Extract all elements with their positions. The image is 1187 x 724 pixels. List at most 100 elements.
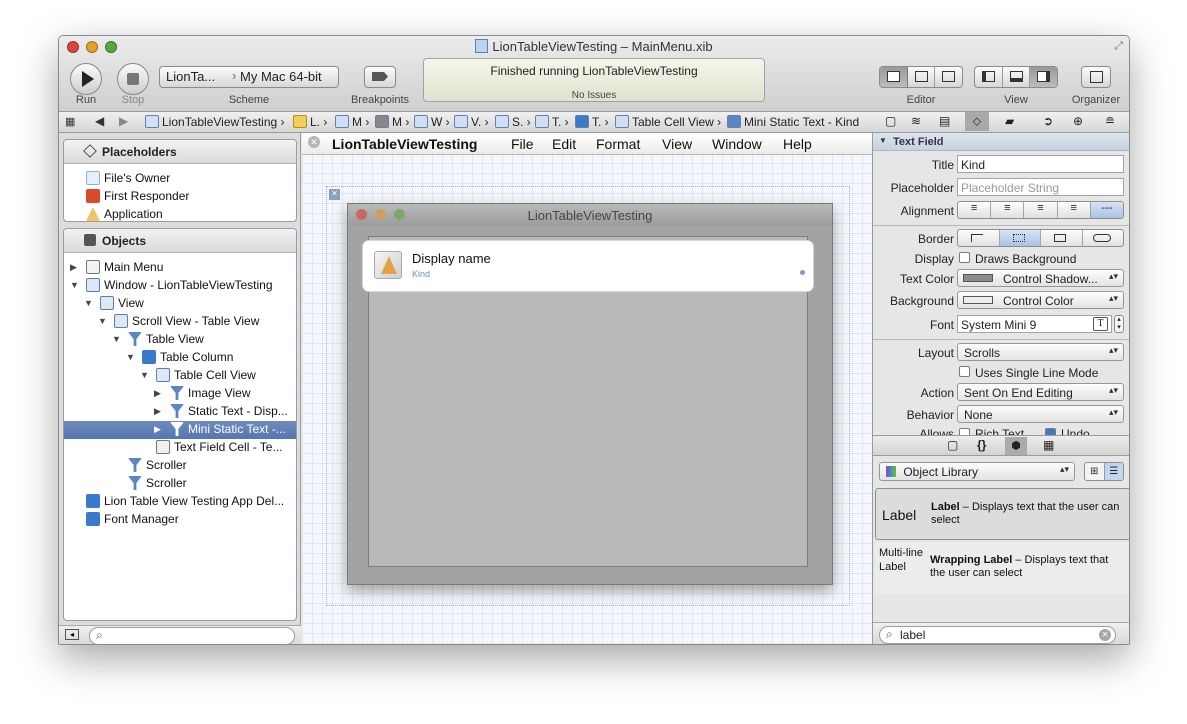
disclosure-triangle-icon[interactable]: ▼ <box>84 298 93 308</box>
library-search-field[interactable]: ⌕ label ✕ <box>879 626 1116 644</box>
utilities-toggle-icon[interactable] <box>1030 67 1057 87</box>
breadcrumb-window[interactable]: W › <box>414 115 450 129</box>
disclosure-triangle-icon[interactable]: ▼ <box>126 352 135 362</box>
menubar-close-icon[interactable]: ✕ <box>308 136 320 148</box>
outline-item-window[interactable]: ▼ Window - LionTableViewTesting <box>64 277 296 295</box>
outline-item-application[interactable]: Application <box>64 206 296 221</box>
clear-search-icon[interactable]: ✕ <box>1099 629 1111 641</box>
breakpoints-button[interactable] <box>364 66 396 88</box>
background-color-popup[interactable]: Control Color ▴▾ <box>957 291 1124 309</box>
outline-item-scroller-2[interactable]: Scroller <box>64 475 296 493</box>
align-right-icon[interactable]: ≡ <box>1058 202 1091 218</box>
object-library-icon[interactable]: ⬢ <box>1005 437 1027 455</box>
effects-inspector-icon[interactable]: ≘ <box>1105 114 1115 128</box>
outline-item-first-responder[interactable]: First Responder <box>64 188 296 206</box>
font-field[interactable]: System Mini 9 <box>957 315 1112 333</box>
forward-arrow-icon[interactable]: ▶ <box>119 114 128 128</box>
media-library-icon[interactable]: ▦ <box>1043 438 1054 452</box>
bindings-inspector-icon[interactable]: ⊕ <box>1073 114 1083 128</box>
assistant-editor-icon[interactable] <box>908 67 936 87</box>
font-picker-icon[interactable]: T <box>1093 317 1108 331</box>
menu-edit[interactable]: Edit <box>552 136 576 152</box>
menu-app[interactable]: LionTableViewTesting <box>332 136 477 152</box>
border-segment[interactable] <box>957 229 1124 247</box>
align-left-icon[interactable]: ≡ <box>958 202 992 218</box>
editor-mode-segment[interactable] <box>879 66 963 88</box>
breadcrumb-tablecellview[interactable]: Table Cell View › <box>615 115 721 129</box>
disclosure-triangle-icon[interactable]: ▼ <box>98 316 107 326</box>
border-line-icon[interactable] <box>999 230 1041 246</box>
breadcrumb-view[interactable]: V. › <box>454 115 489 129</box>
outline-item-font-manager[interactable]: Font Manager <box>64 511 296 529</box>
disclosure-triangle-icon[interactable]: ▼ <box>140 370 149 380</box>
fullscreen-icon[interactable]: ⤢ <box>1114 40 1123 53</box>
align-center-icon[interactable]: ≡ <box>991 202 1025 218</box>
alignment-segment[interactable]: ≡ ≡ ≡ ≡ --- <box>957 201 1124 219</box>
run-button[interactable] <box>70 63 102 95</box>
frame-close-icon[interactable]: ✕ <box>329 189 340 200</box>
draws-background-checkbox[interactable] <box>959 252 970 263</box>
resize-handle-icon[interactable] <box>800 270 805 275</box>
outline-item-static-text[interactable]: ▶ Static Text - Disp... <box>64 403 296 421</box>
breadcrumb-menu[interactable]: M › <box>375 115 409 129</box>
outline-filter-field[interactable]: ⌕ <box>89 627 295 644</box>
disclosure-triangle-icon[interactable]: ▶ <box>70 262 77 273</box>
stop-button[interactable] <box>117 63 149 95</box>
identity-inspector-icon[interactable]: ▤ <box>939 114 950 128</box>
outline-item-table-column[interactable]: ▼ Table Column <box>64 349 296 367</box>
table-cell-view[interactable]: Display name Kind <box>363 241 813 291</box>
layout-popup[interactable]: Scrolls ▴▾ <box>957 343 1124 361</box>
menu-help[interactable]: Help <box>783 136 812 152</box>
quick-help-icon[interactable]: ≋ <box>911 114 921 128</box>
disclosure-triangle-icon[interactable]: ▶ <box>154 406 161 417</box>
align-natural-icon[interactable]: --- <box>1090 202 1123 218</box>
disclosure-triangle-icon[interactable]: ▶ <box>154 388 161 399</box>
list-view-icon[interactable]: ☰ <box>1104 463 1123 480</box>
rich-text-checkbox[interactable] <box>959 428 970 435</box>
library-selector[interactable]: Object Library ▴▾ <box>879 462 1075 481</box>
border-bezel-icon[interactable] <box>1041 230 1083 246</box>
connections-inspector-icon[interactable]: ➲ <box>1043 114 1053 128</box>
single-line-checkbox[interactable] <box>959 366 970 377</box>
breadcrumb-ministatictext[interactable]: Mini Static Text - Kind <box>727 115 859 129</box>
outline-item-table-view[interactable]: ▼ Table View <box>64 331 296 349</box>
view-segment[interactable] <box>974 66 1058 88</box>
breadcrumb-scrollview[interactable]: S. › <box>495 115 531 129</box>
text-color-popup[interactable]: Control Shadow... ▴▾ <box>957 269 1124 287</box>
size-inspector-icon[interactable]: ▰ <box>1005 114 1014 128</box>
breadcrumb-tablecolumn[interactable]: T. › <box>575 115 609 129</box>
version-editor-icon[interactable] <box>935 67 962 87</box>
breadcrumb-xib[interactable]: M › <box>335 115 369 129</box>
debug-area-toggle-icon[interactable] <box>1003 67 1031 87</box>
inspector-section-header[interactable]: ▼ Text Field <box>873 133 1129 151</box>
font-stepper[interactable]: ▴ ▾ <box>1114 315 1124 333</box>
disclosure-triangle-icon[interactable]: ▼ <box>112 334 121 344</box>
related-files-icon[interactable]: ▦ <box>65 115 75 128</box>
border-rounded-icon[interactable] <box>1083 230 1124 246</box>
hide-outline-icon[interactable]: ◂ <box>65 629 79 640</box>
undo-checkbox[interactable] <box>1045 428 1056 435</box>
table-scroll-view[interactable]: Display name Kind <box>363 236 813 567</box>
organizer-button[interactable] <box>1081 66 1111 88</box>
outline-item-mini-static-text[interactable]: ▶ Mini Static Text -... <box>64 421 296 439</box>
outline-item-image-view[interactable]: ▶ Image View <box>64 385 296 403</box>
disclosure-triangle-icon[interactable]: ▼ <box>70 280 79 290</box>
navigator-toggle-icon[interactable] <box>975 67 1003 87</box>
breadcrumb-project[interactable]: LionTableViewTesting › <box>145 115 285 129</box>
outline-item-table-cell-view[interactable]: ▼ Table Cell View <box>64 367 296 385</box>
outline-item-scroll-view[interactable]: ▼ Scroll View - Table View <box>64 313 296 331</box>
outline-item-view[interactable]: ▼ View <box>64 295 296 313</box>
breadcrumb-folder[interactable]: L. › <box>293 115 327 129</box>
behavior-popup[interactable]: None ▴▾ <box>957 405 1124 423</box>
code-snippet-icon[interactable]: {} <box>977 438 986 452</box>
placeholder-field[interactable]: Placeholder String <box>957 178 1124 196</box>
standard-editor-icon[interactable] <box>880 67 908 87</box>
icon-view-icon[interactable]: ⊞ <box>1085 463 1105 480</box>
design-window[interactable]: LionTableViewTesting Display name Kind <box>347 203 833 585</box>
title-field[interactable]: Kind <box>957 155 1124 173</box>
file-template-icon[interactable]: ▢ <box>947 438 958 452</box>
back-arrow-icon[interactable]: ◀ <box>95 114 104 128</box>
outline-item-main-menu[interactable]: ▶ Main Menu <box>64 259 296 277</box>
align-justify-icon[interactable]: ≡ <box>1024 202 1058 218</box>
file-inspector-icon[interactable]: ▢ <box>885 114 896 128</box>
